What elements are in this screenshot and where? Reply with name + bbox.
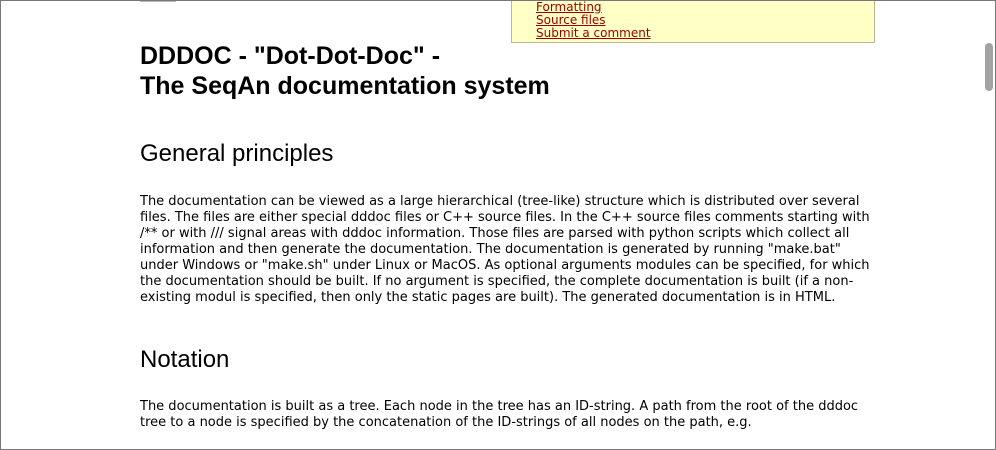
- toc-link-submit-comment[interactable]: Submit a comment: [536, 27, 874, 40]
- main-content: DDDOC - "Dot-Dot-Doc" - The SeqAn docume…: [140, 41, 880, 431]
- page-title-line-1: DDDOC - "Dot-Dot-Doc" -: [140, 42, 441, 70]
- browser-viewport: Formatting Source files Submit a comment…: [0, 0, 996, 450]
- section-body-general-principles: The documentation can be viewed as a lar…: [140, 194, 870, 305]
- scrollbar-thumb[interactable]: [985, 43, 993, 91]
- vertical-scrollbar[interactable]: [981, 1, 995, 449]
- section-heading-general-principles: General principles: [140, 140, 334, 167]
- page-title-line-2: The SeqAn documentation system: [140, 72, 550, 100]
- top-divider: [140, 1, 176, 2]
- page-title: DDDOC - "Dot-Dot-Doc" - The SeqAn docume…: [140, 41, 880, 101]
- table-of-contents-box: Formatting Source files Submit a comment: [511, 1, 875, 43]
- section-heading-notation: Notation: [140, 346, 230, 373]
- section-body-notation: The documentation is built as a tree. Ea…: [140, 399, 859, 430]
